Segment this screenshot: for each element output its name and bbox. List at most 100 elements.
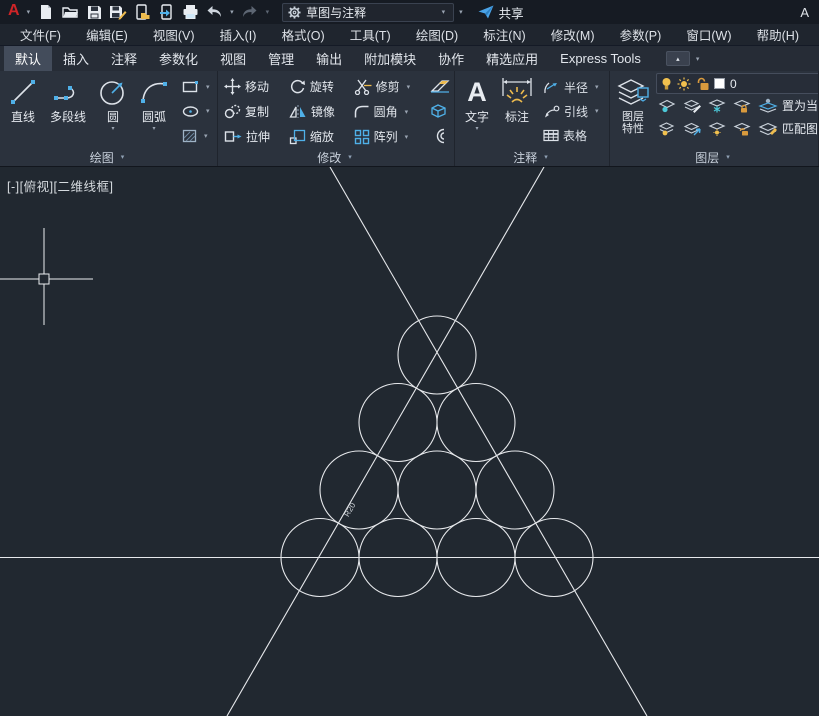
hatch-button[interactable]: ▾: [182, 124, 213, 148]
autocad-logo[interactable]: A: [6, 3, 22, 21]
table-button[interactable]: 表格: [543, 124, 602, 148]
layer-properties-button[interactable]: 图层特性: [614, 73, 652, 148]
menu-item[interactable]: 帮助(H): [749, 23, 807, 46]
polyline-button[interactable]: 多段线: [42, 73, 94, 148]
save-to-mobile-button[interactable]: [155, 2, 177, 22]
erase-button[interactable]: [428, 73, 452, 98]
menu-item[interactable]: 编辑(E): [78, 23, 136, 46]
ribbon-tab[interactable]: 附加模块: [353, 46, 427, 71]
make-current-button[interactable]: 置为当前: [758, 97, 818, 114]
panel-label-draw[interactable]: 绘图 ▾: [0, 148, 217, 166]
circle-entity[interactable]: [436, 382, 516, 463]
menu-item[interactable]: 格式(O): [274, 23, 333, 46]
plot-button[interactable]: [179, 2, 201, 22]
open-from-mobile-button[interactable]: [131, 2, 153, 22]
menu-item[interactable]: 视图(V): [145, 23, 203, 46]
layer-on-all-icon: [658, 122, 675, 136]
layer-select[interactable]: 0: [656, 73, 818, 94]
arc-button[interactable]: 圆弧 ▾: [132, 73, 176, 148]
layer-off-icon: [658, 99, 676, 113]
ribbon-tab[interactable]: Express Tools: [549, 46, 652, 71]
panel-label-modify[interactable]: 修改 ▾: [218, 148, 454, 166]
open-file-button[interactable]: [59, 2, 81, 22]
ribbon-tab[interactable]: 参数化: [148, 46, 209, 71]
share-button[interactable]: 共享: [478, 3, 524, 22]
layer-off-button[interactable]: [656, 95, 679, 116]
explode-button[interactable]: [428, 98, 452, 123]
ribbon-tab[interactable]: 管理: [257, 46, 305, 71]
menu-item[interactable]: 窗口(W): [678, 23, 739, 46]
redo-dropdown-caret[interactable]: ▾: [263, 8, 273, 16]
save-as-button[interactable]: [107, 2, 129, 22]
menu-item[interactable]: 工具(T): [342, 23, 399, 46]
ribbon-tab[interactable]: 插入: [52, 46, 100, 71]
menu-item[interactable]: 参数(P): [612, 23, 670, 46]
circle-entity[interactable]: [358, 382, 438, 463]
copy-button[interactable]: 复制: [222, 99, 283, 124]
circle-entity[interactable]: [397, 450, 477, 530]
circle-entity[interactable]: [475, 450, 555, 530]
fillet-button[interactable]: 圆角 ▾: [352, 99, 426, 124]
dimension-button[interactable]: 标注: [495, 73, 539, 148]
layer-thaw-all-button[interactable]: [706, 118, 729, 139]
new-file-button[interactable]: [35, 2, 57, 22]
panel-label-annotate[interactable]: 注释 ▾: [455, 148, 609, 166]
construction-line[interactable]: [226, 167, 545, 716]
model-space-canvas[interactable]: R20 [-][俯视][二维线框]: [0, 167, 819, 716]
match-layer-button[interactable]: 匹配图层: [758, 120, 818, 137]
viewport-controls[interactable]: [-][俯视][二维线框]: [7, 176, 114, 195]
layer-unlock-button[interactable]: [731, 118, 754, 139]
array-button[interactable]: 阵列 ▾: [352, 124, 426, 148]
array-caret[interactable]: ▾: [402, 133, 412, 141]
menu-item[interactable]: 标注(N): [475, 23, 533, 46]
panel-label-layers[interactable]: 图层 ▾: [610, 148, 818, 166]
circle-entity[interactable]: [397, 315, 477, 395]
layer-isolate-button[interactable]: [681, 95, 704, 116]
logo-dropdown-caret[interactable]: ▾: [24, 8, 34, 16]
layer-lock-button[interactable]: [731, 95, 754, 116]
circle-dropdown-caret[interactable]: ▾: [111, 125, 114, 132]
fillet-caret[interactable]: ▾: [402, 108, 412, 116]
ribbon-tab[interactable]: 注释: [100, 46, 148, 71]
menu-item[interactable]: 插入(I): [212, 23, 265, 46]
redo-button[interactable]: [239, 2, 261, 22]
current-layer-name: 0: [730, 76, 737, 91]
layer-freeze-button[interactable]: [706, 95, 729, 116]
layer-unisolate-button[interactable]: [681, 118, 704, 139]
text-caret[interactable]: ▾: [475, 125, 478, 132]
radius-dim-button[interactable]: 半径 ▾: [543, 75, 602, 99]
rectangle-button[interactable]: ▾: [182, 75, 213, 99]
layer-on-all-button[interactable]: [656, 118, 679, 139]
menu-item[interactable]: 绘图(D): [408, 23, 466, 46]
undo-button[interactable]: [203, 2, 225, 22]
menu-item[interactable]: 修改(M): [543, 23, 603, 46]
ribbon-collapse-control[interactable]: ▴ ▾: [665, 46, 703, 71]
mirror-button[interactable]: 镜像: [287, 99, 348, 124]
trim-button[interactable]: 修剪 ▾: [352, 74, 426, 99]
qat-overflow-caret[interactable]: ▾: [456, 8, 466, 16]
ellipse-button[interactable]: ▾: [182, 99, 213, 123]
save-button[interactable]: [83, 2, 105, 22]
ribbon-tab[interactable]: 协作: [427, 46, 475, 71]
circle-entity[interactable]: [319, 450, 399, 530]
construction-line[interactable]: [329, 167, 648, 716]
ribbon-tab[interactable]: 视图: [209, 46, 257, 71]
workspace-switcher[interactable]: 草图与注释 ▾: [282, 2, 455, 22]
ribbon-tab[interactable]: 默认: [4, 46, 53, 71]
ribbon-tab[interactable]: 输出: [305, 46, 353, 71]
menu-item[interactable]: 文件(F): [12, 23, 69, 46]
stretch-button[interactable]: 拉伸: [222, 124, 283, 148]
undo-dropdown-caret[interactable]: ▾: [227, 8, 237, 16]
panel-layers: 图层特性 0 置为当 匹配图 图层 ▾: [610, 71, 819, 166]
leader-button[interactable]: 引线 ▾: [543, 99, 602, 123]
move-button[interactable]: 移动: [222, 74, 283, 99]
circle-button[interactable]: 圆 ▾: [94, 73, 132, 148]
arc-dropdown-caret[interactable]: ▾: [152, 125, 155, 132]
ribbon-tab[interactable]: 精选应用: [475, 46, 549, 71]
scale-button[interactable]: 缩放: [287, 124, 348, 148]
line-button[interactable]: 直线: [4, 73, 42, 148]
text-button[interactable]: A 文字 ▾: [459, 73, 495, 148]
rotate-button[interactable]: 旋转: [287, 74, 348, 99]
trim-caret[interactable]: ▾: [404, 83, 414, 91]
offset-button[interactable]: [428, 123, 452, 148]
